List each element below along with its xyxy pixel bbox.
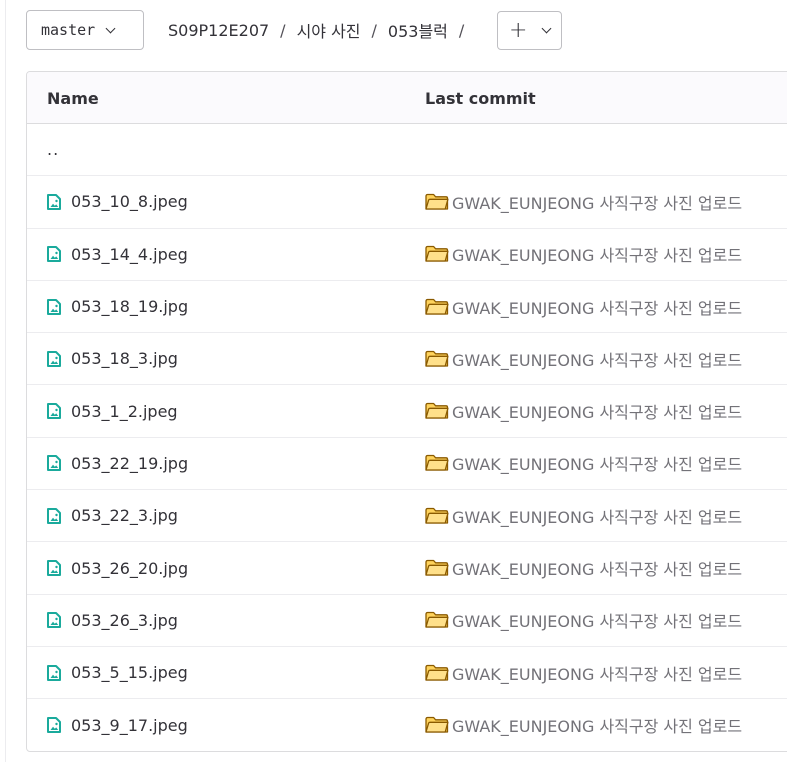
file-name-link[interactable]: 053_14_4.jpeg	[47, 229, 188, 280]
image-file-icon	[47, 455, 61, 472]
image-file-icon	[47, 193, 61, 210]
file-name-link[interactable]: 053_22_19.jpg	[47, 438, 188, 489]
file-name-text: 053_5_15.jpeg	[71, 663, 188, 683]
plus-icon: +	[509, 17, 528, 43]
file-name-link[interactable]: 053_10_8.jpeg	[47, 176, 188, 227]
table-row[interactable]: 053_22_19.jpg GWAK_EUNJEONG 사직구장 사진 업로드	[27, 438, 787, 491]
chevron-down-icon	[105, 23, 116, 33]
folder-emoji-icon	[425, 350, 449, 367]
parent-directory-link[interactable]: ..	[47, 124, 59, 175]
branch-name: master	[41, 21, 96, 39]
table-row[interactable]: 053_26_3.jpg GWAK_EUNJEONG 사직구장 사진 업로드	[27, 595, 787, 647]
table-row[interactable]: 053_10_8.jpeg GWAK_EUNJEONG 사직구장 사진 업로드	[27, 176, 787, 229]
last-commit-link[interactable]: GWAK_EUNJEONG 사직구장 사진 업로드	[425, 229, 742, 280]
folder-emoji-icon	[425, 612, 449, 628]
breadcrumb-item-folder[interactable]: 시야 사진	[297, 18, 361, 42]
file-name-link[interactable]: 053_1_2.jpeg	[47, 385, 178, 436]
last-commit-link[interactable]: GWAK_EUNJEONG 사직구장 사진 업로드	[425, 699, 742, 751]
commit-message-text: GWAK_EUNJEONG 사직구장 사진 업로드	[452, 193, 743, 213]
file-name-link[interactable]: 053_18_19.jpg	[47, 281, 188, 332]
table-row[interactable]: 053_14_4.jpeg GWAK_EUNJEONG 사직구장 사진 업로드	[27, 229, 787, 281]
file-tree-table: Name Last commit .. 053_10_8.jpeg GWAK_E…	[26, 71, 787, 752]
file-name-link[interactable]: 053_5_15.jpeg	[47, 647, 188, 698]
last-commit-link[interactable]: GWAK_EUNJEONG 사직구장 사진 업로드	[425, 542, 742, 593]
last-commit-link[interactable]: GWAK_EUNJEONG 사직구장 사진 업로드	[425, 176, 742, 227]
folder-emoji-icon	[425, 402, 449, 419]
last-commit-link[interactable]: GWAK_EUNJEONG 사직구장 사진 업로드	[425, 385, 742, 436]
last-commit-link[interactable]: GWAK_EUNJEONG 사직구장 사진 업로드	[425, 647, 742, 698]
table-row[interactable]: 053_1_2.jpeg GWAK_EUNJEONG 사직구장 사진 업로드	[27, 385, 787, 438]
commit-message-text: GWAK_EUNJEONG 사직구장 사진 업로드	[452, 246, 743, 266]
file-name-text: 053_18_3.jpg	[71, 349, 178, 369]
breadcrumb: S09P12E207 / 시야 사진 / 053블럭 /	[168, 10, 475, 50]
table-row[interactable]: 053_26_20.jpg GWAK_EUNJEONG 사직구장 사진 업로드	[27, 542, 787, 595]
breadcrumb-item-current-folder[interactable]: 053블럭	[388, 18, 448, 42]
folder-emoji-icon	[425, 507, 449, 524]
column-header-name: Name	[47, 88, 99, 108]
image-file-icon	[47, 403, 61, 420]
file-name-link[interactable]: 053_26_20.jpg	[47, 542, 188, 593]
table-row[interactable]: 053_18_3.jpg GWAK_EUNJEONG 사직구장 사진 업로드	[27, 333, 787, 386]
file-name-link[interactable]: 053_22_3.jpg	[47, 490, 178, 541]
add-to-tree-button[interactable]: +	[497, 11, 562, 50]
breadcrumb-separator: /	[458, 20, 465, 40]
table-row[interactable]: 053_9_17.jpeg GWAK_EUNJEONG 사직구장 사진 업로드	[27, 699, 787, 751]
last-commit-link[interactable]: GWAK_EUNJEONG 사직구장 사진 업로드	[425, 595, 742, 646]
chevron-down-icon	[541, 23, 552, 34]
image-file-icon	[47, 507, 61, 524]
file-name-text: 053_26_3.jpg	[71, 610, 178, 630]
last-commit-link[interactable]: GWAK_EUNJEONG 사직구장 사진 업로드	[425, 281, 742, 332]
commit-message-text: GWAK_EUNJEONG 사직구장 사진 업로드	[452, 560, 743, 580]
image-file-icon	[47, 246, 61, 263]
table-row[interactable]: 053_18_19.jpg GWAK_EUNJEONG 사직구장 사진 업로드	[27, 281, 787, 334]
folder-emoji-icon	[425, 717, 449, 734]
file-name-text: 053_10_8.jpeg	[71, 192, 188, 212]
file-rows: 053_10_8.jpeg GWAK_EUNJEONG 사직구장 사진 업로드 …	[27, 176, 787, 751]
folder-emoji-icon	[425, 298, 449, 315]
commit-message-text: GWAK_EUNJEONG 사직구장 사진 업로드	[452, 455, 743, 475]
branch-selector-button[interactable]: master	[26, 10, 144, 50]
image-file-icon	[47, 717, 61, 734]
page-left-border	[5, 0, 6, 762]
column-header-last-commit: Last commit	[425, 88, 536, 108]
breadcrumb-item-project[interactable]: S09P12E207	[168, 21, 269, 40]
breadcrumb-separator: /	[371, 20, 377, 40]
file-name-text: 053_1_2.jpeg	[71, 401, 178, 421]
file-name-text: 053_9_17.jpeg	[71, 715, 188, 735]
repo-toolbar: master S09P12E207 / 시야 사진 / 053블럭 / +	[26, 10, 786, 50]
file-name-text: 053_18_19.jpg	[71, 297, 189, 317]
image-file-icon	[47, 560, 61, 577]
file-name-link[interactable]: 053_26_3.jpg	[47, 595, 178, 646]
file-name-link[interactable]: 053_9_17.jpeg	[47, 699, 188, 751]
breadcrumb-separator: /	[280, 20, 286, 40]
folder-emoji-icon	[425, 246, 449, 262]
commit-message-text: GWAK_EUNJEONG 사직구장 사진 업로드	[452, 298, 743, 318]
folder-emoji-icon	[425, 455, 449, 472]
last-commit-link[interactable]: GWAK_EUNJEONG 사직구장 사진 업로드	[425, 333, 742, 384]
last-commit-link[interactable]: GWAK_EUNJEONG 사직구장 사진 업로드	[425, 490, 742, 541]
image-file-icon	[47, 298, 61, 315]
file-name-link[interactable]: 053_18_3.jpg	[47, 333, 178, 384]
image-file-icon	[47, 350, 61, 367]
commit-message-text: GWAK_EUNJEONG 사직구장 사진 업로드	[452, 717, 743, 737]
folder-emoji-icon	[425, 193, 449, 210]
commit-message-text: GWAK_EUNJEONG 사직구장 사진 업로드	[452, 350, 743, 370]
table-row[interactable]: 053_22_3.jpg GWAK_EUNJEONG 사직구장 사진 업로드	[27, 490, 787, 543]
table-row[interactable]: 053_5_15.jpeg GWAK_EUNJEONG 사직구장 사진 업로드	[27, 647, 787, 700]
parent-directory-row[interactable]: ..	[27, 124, 787, 177]
commit-message-text: GWAK_EUNJEONG 사직구장 사진 업로드	[452, 664, 743, 684]
last-commit-link[interactable]: GWAK_EUNJEONG 사직구장 사진 업로드	[425, 438, 742, 489]
folder-emoji-icon	[425, 559, 449, 576]
table-header: Name Last commit	[27, 72, 787, 124]
file-name-text: 053_26_20.jpg	[71, 558, 189, 578]
image-file-icon	[47, 664, 61, 681]
commit-message-text: GWAK_EUNJEONG 사직구장 사진 업로드	[452, 612, 743, 632]
file-name-text: 053_14_4.jpeg	[71, 244, 188, 264]
commit-message-text: GWAK_EUNJEONG 사직구장 사진 업로드	[452, 507, 743, 527]
file-name-text: 053_22_19.jpg	[71, 453, 189, 473]
folder-emoji-icon	[425, 664, 449, 681]
image-file-icon	[47, 612, 61, 629]
file-name-text: 053_22_3.jpg	[71, 506, 178, 526]
commit-message-text: GWAK_EUNJEONG 사직구장 사진 업로드	[452, 403, 743, 423]
